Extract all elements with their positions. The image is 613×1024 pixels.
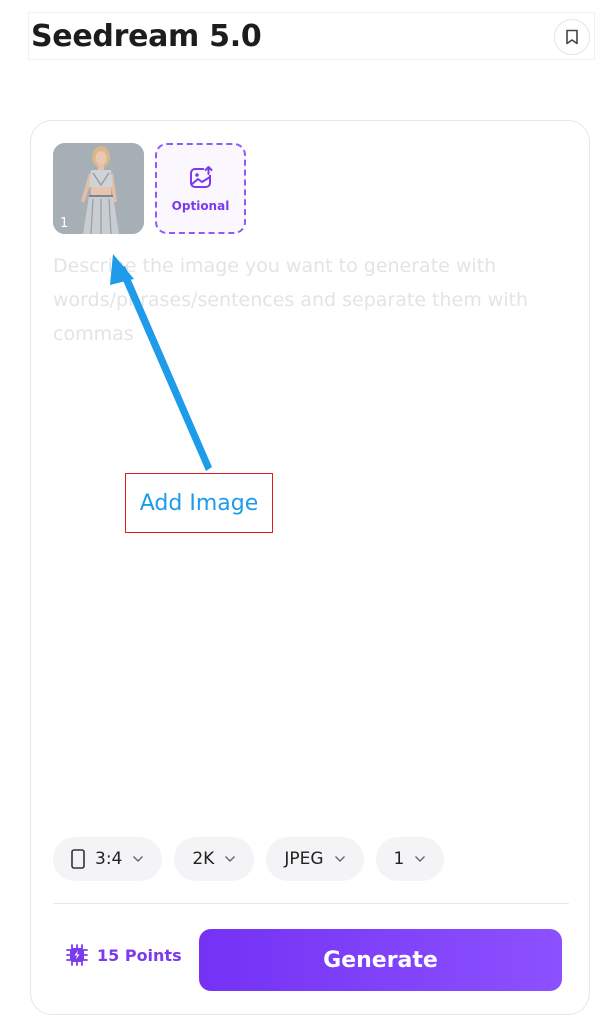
- format-value: JPEG: [284, 849, 324, 869]
- count-select[interactable]: 1: [375, 837, 445, 881]
- header: Seedream 5.0: [28, 12, 595, 60]
- resolution-value: 2K: [192, 849, 215, 869]
- add-image-annotation: Add Image: [125, 473, 273, 533]
- uploaded-image-thumbnail[interactable]: 1: [53, 143, 144, 234]
- bookmark-button[interactable]: [554, 19, 590, 55]
- points-label: 15 Points: [97, 945, 182, 965]
- aspect-ratio-value: 3:4: [95, 849, 123, 869]
- count-value: 1: [393, 849, 405, 869]
- divider: [53, 903, 569, 904]
- generator-card: 1 Optional Add Image 3:4 2K: [30, 120, 590, 1015]
- optional-label: Optional: [171, 198, 230, 213]
- portrait-frame-icon: [71, 849, 85, 869]
- generation-options: 3:4 2K JPEG 1: [53, 837, 445, 881]
- aspect-ratio-select[interactable]: 3:4: [53, 837, 163, 881]
- optional-upload-button[interactable]: Optional: [155, 143, 246, 234]
- chip-icon: [66, 944, 88, 966]
- generate-button[interactable]: Generate: [199, 929, 562, 991]
- bookmark-icon: [566, 29, 578, 45]
- chevron-down-icon: [334, 856, 345, 862]
- resolution-select[interactable]: 2K: [174, 837, 255, 881]
- chevron-down-icon: [133, 856, 144, 862]
- format-select[interactable]: JPEG: [266, 837, 364, 881]
- upload-index-badge: 1: [60, 216, 69, 231]
- page-title: Seedream 5.0: [31, 19, 262, 54]
- chevron-down-icon: [225, 856, 236, 862]
- annotation-label: Add Image: [139, 490, 259, 516]
- image-upload-icon: [189, 165, 213, 188]
- chevron-down-icon: [415, 856, 426, 862]
- points-balance: 15 Points: [65, 943, 182, 967]
